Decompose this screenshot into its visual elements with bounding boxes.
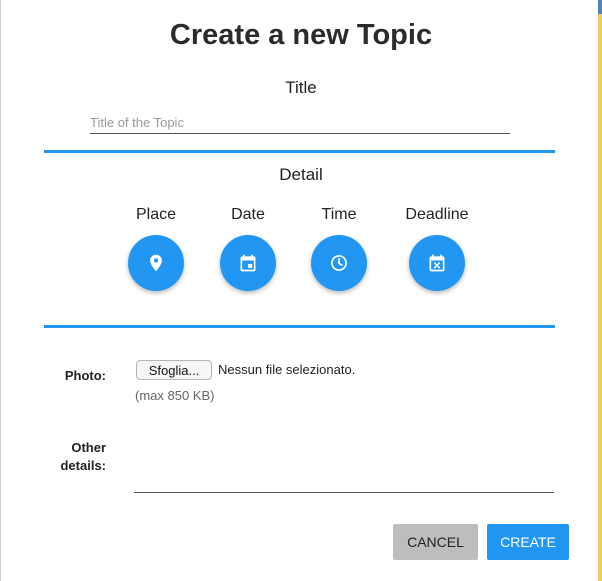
detail-place: Place [111,204,201,226]
calendar-x-icon [429,254,445,272]
time-button[interactable] [311,235,367,291]
calendar-icon [240,254,256,272]
photo-label: Photo: [64,368,106,383]
dialog-title: Create a new Topic [169,19,433,51]
detail-section-label: Detail [279,165,323,184]
section-divider [44,150,555,153]
other-details-input[interactable] [134,440,554,493]
date-label: Date [231,206,265,223]
file-status-text: Nessun file selezionato. [218,362,356,377]
file-size-hint: (max 850 KB) [135,388,215,403]
detail-time: Time [294,204,384,226]
deadline-label: Deadline [405,206,469,223]
cancel-button[interactable]: CANCEL [393,524,478,560]
map-pin-icon [150,254,162,272]
place-button[interactable] [128,235,184,291]
section-divider [44,325,555,328]
browse-file-button[interactable]: Sfoglia... [136,360,212,380]
detail-date: Date [203,204,293,226]
detail-deadline: Deadline [392,204,482,226]
time-label: Time [321,206,357,223]
place-label: Place [135,206,177,223]
other-details-label: Other details: [40,439,106,475]
create-button[interactable]: CREATE [487,524,569,560]
clock-icon [331,255,347,271]
other-details-label-line1: Other [71,440,106,455]
title-section-label: Title [285,78,317,97]
other-details-label-line2: details: [60,458,106,473]
topic-title-input[interactable] [90,111,510,134]
date-button[interactable] [220,235,276,291]
deadline-button[interactable] [409,235,465,291]
